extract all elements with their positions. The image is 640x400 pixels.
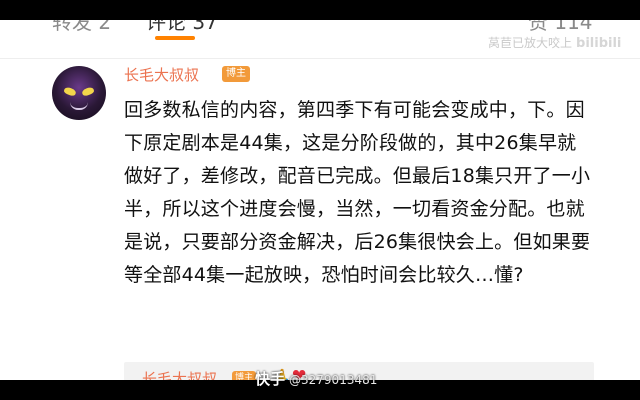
watermark-user-id: @3279013481	[289, 373, 378, 387]
screenshot-frame: 转发 2 评论 37 赞 114 莴苣已放大咬上 bilibili 长毛大叔叔 博…	[0, 20, 640, 380]
avatar-eye-right	[81, 86, 95, 97]
kuaishou-logo: 快手	[255, 370, 286, 388]
avatar-eye-left	[63, 86, 77, 97]
kuaishou-watermark: 快手 @3279013481	[255, 368, 377, 389]
bilibili-logo: bilibili	[576, 36, 622, 51]
comment-text: 回多数私信的内容，第四季下有可能会变成中，下。因下原定剧本是44集，这是分阶段做…	[124, 99, 591, 286]
tab-comments[interactable]: 评论 37	[146, 20, 218, 34]
author-badge: 博主	[222, 66, 250, 82]
reply-username[interactable]: 长毛大叔叔	[142, 368, 217, 380]
top-watermark-text: 莴苣已放大咬上	[488, 36, 573, 50]
avatar[interactable]	[52, 66, 106, 120]
divider	[0, 58, 640, 59]
reply-author-badge: 博主	[232, 371, 257, 380]
comment-item: 长毛大叔叔 博主 回多数私信的内容，第四季下有可能会变成中，下。因下原定剧本是4…	[0, 60, 640, 380]
comment-username[interactable]: 长毛大叔叔	[124, 64, 199, 85]
avatar-mouth	[70, 102, 88, 110]
tab-likes[interactable]: 赞 114	[528, 20, 593, 34]
top-watermark: 莴苣已放大咬上 bilibili	[488, 34, 621, 51]
active-tab-indicator	[155, 36, 195, 40]
tab-forward[interactable]: 转发 2	[52, 20, 111, 34]
